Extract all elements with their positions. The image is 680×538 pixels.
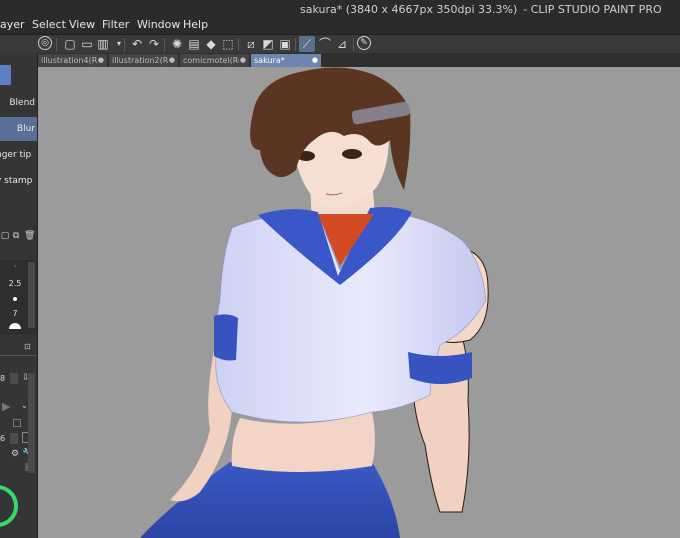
subtool-label: Blend bbox=[9, 98, 35, 108]
artwork bbox=[140, 67, 489, 538]
checkbox[interactable] bbox=[13, 419, 21, 427]
menu-view[interactable]: View bbox=[69, 18, 95, 31]
menu-select[interactable]: Select bbox=[32, 18, 66, 31]
chevron-down-icon[interactable]: ⌄ bbox=[21, 401, 28, 410]
color-wheel[interactable] bbox=[0, 485, 18, 527]
brush-size-2-5[interactable]: 2.5 bbox=[4, 279, 26, 288]
property-value[interactable]: 8 bbox=[0, 374, 5, 383]
snap-ruler-icon[interactable]: ⟋ bbox=[299, 36, 315, 52]
tab-label: illustration4(Re bbox=[41, 56, 97, 65]
canvas-area[interactable] bbox=[37, 67, 680, 538]
right-eye bbox=[342, 149, 362, 159]
selection-icon[interactable]: ⬚ bbox=[220, 36, 236, 52]
lock-icon[interactable]: ⊡ bbox=[24, 343, 32, 351]
close-icon[interactable]: ● bbox=[98, 54, 104, 67]
brush-size-dot[interactable] bbox=[13, 297, 17, 301]
property-scrollbar[interactable] bbox=[28, 373, 35, 473]
subtool-finger-tip[interactable]: nger tip bbox=[0, 143, 37, 167]
subtool-label: Blur bbox=[16, 124, 35, 134]
clear-selection-icon[interactable]: ⧄ bbox=[243, 36, 259, 52]
duplicate-icon[interactable]: ⧉ bbox=[11, 231, 21, 242]
fill-icon[interactable]: ▤ bbox=[186, 36, 202, 52]
play-icon[interactable]: ▶ bbox=[2, 400, 10, 413]
trash-icon[interactable]: 🗑 bbox=[24, 231, 35, 242]
subtool-label: y stamp bbox=[0, 176, 33, 186]
subtool-copy-stamp[interactable]: y stamp bbox=[0, 169, 37, 193]
transform-icon[interactable]: ◆ bbox=[203, 36, 219, 52]
sub-tool-actions: ▢ ⧉ 🗑 bbox=[0, 231, 37, 245]
window-title: sakura* (3840 x 4667px 350dpi 33.3%) - CL… bbox=[300, 3, 662, 16]
loading-icon[interactable]: ✺ bbox=[169, 36, 185, 52]
menu-filter[interactable]: Filter bbox=[102, 18, 129, 31]
property-value[interactable]: 6 bbox=[0, 434, 5, 443]
subtool-blur[interactable]: Blur bbox=[0, 117, 37, 141]
border-icon[interactable]: ▣ bbox=[277, 36, 293, 52]
clip-studio-icon[interactable]: ◎ bbox=[38, 36, 52, 50]
redo-icon[interactable]: ↷ bbox=[146, 36, 162, 52]
spin-button[interactable] bbox=[10, 373, 18, 384]
toolbar-separator bbox=[295, 38, 296, 51]
spin-button[interactable] bbox=[10, 433, 18, 444]
settings-icon[interactable]: ▢ bbox=[0, 231, 10, 242]
sub-tool-group-indicator bbox=[0, 65, 11, 85]
tab-label: illustration2(Re bbox=[112, 56, 168, 65]
left-cuff bbox=[214, 314, 238, 361]
toolbar-separator bbox=[164, 38, 165, 51]
brush-size-panel: · 2.5 7 bbox=[0, 260, 37, 335]
invert-icon[interactable]: ◩ bbox=[260, 36, 276, 52]
toolbar-separator bbox=[353, 38, 354, 51]
open-icon[interactable]: ▭ bbox=[79, 36, 95, 52]
close-icon[interactable]: ● bbox=[240, 54, 246, 67]
brush-settings-icon[interactable]: ✎ bbox=[357, 36, 371, 50]
document-tabs: illustration4(Re ● illustration2(Re ● comi… bbox=[37, 53, 680, 67]
menu-help[interactable]: Help bbox=[183, 18, 208, 31]
menu-window[interactable]: Window bbox=[137, 18, 180, 31]
toolbar-separator bbox=[238, 38, 239, 51]
tab-label: comicmotel(Re bbox=[183, 56, 239, 65]
toolbar-separator bbox=[56, 38, 57, 51]
brush-size-7[interactable]: 7 bbox=[4, 309, 26, 318]
tab-comicmotel[interactable]: comicmotel(Re ● bbox=[180, 54, 249, 67]
subtool-blend[interactable]: Blend bbox=[0, 91, 37, 115]
snap-grid-icon[interactable]: ⊿ bbox=[334, 36, 350, 52]
close-icon[interactable]: ● bbox=[312, 54, 318, 67]
brush-size-small[interactable]: · bbox=[4, 262, 26, 271]
document-title: sakura* (3840 x 4667px 350dpi 33.3%) bbox=[300, 3, 518, 16]
tab-illustration2[interactable]: illustration2(Re ● bbox=[109, 54, 178, 67]
brush-size-large[interactable] bbox=[9, 323, 21, 329]
subtool-label: nger tip bbox=[0, 150, 32, 160]
close-icon[interactable]: ● bbox=[169, 54, 175, 67]
right-cuff bbox=[408, 352, 472, 384]
snap-special-icon[interactable]: ⌒ bbox=[317, 36, 333, 52]
tab-label: sakura* bbox=[254, 56, 285, 65]
gear-icon[interactable]: ⚙ bbox=[11, 449, 19, 459]
menu-bar: ayer Select View Filter Window Help saku… bbox=[0, 0, 680, 34]
new-icon[interactable]: ▢ bbox=[62, 36, 78, 52]
undo-icon[interactable]: ↶ bbox=[129, 36, 145, 52]
save-icon[interactable]: ▥ bbox=[95, 36, 111, 52]
app-name: - CLIP STUDIO PAINT PRO bbox=[523, 3, 662, 16]
menu-layer[interactable]: ayer bbox=[0, 18, 25, 31]
command-bar: ◎ ▢ ▭ ▥ ▾ ↶ ↷ ✺ ▤ ◆ ⬚ ⧄ ◩ ▣ ⟋ ⌒ ⊿ ✎ bbox=[0, 34, 680, 54]
sub-tool-panel: Blend Blur nger tip y stamp ▢ ⧉ 🗑 · 2.5 … bbox=[0, 53, 38, 538]
toolbar-separator bbox=[124, 38, 125, 51]
tab-illustration4[interactable]: illustration4(Re ● bbox=[38, 54, 107, 67]
tab-sakura[interactable]: sakura* ● bbox=[251, 54, 321, 67]
brush-size-scrollbar[interactable] bbox=[28, 262, 35, 328]
